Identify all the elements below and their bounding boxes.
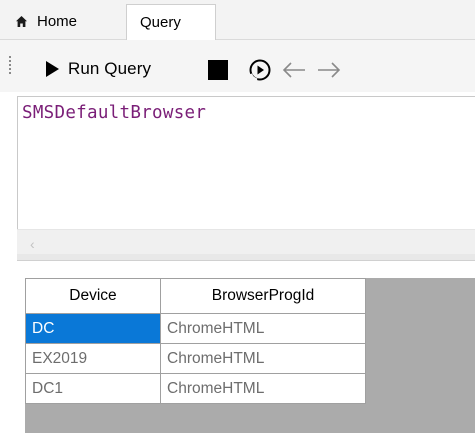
home-icon bbox=[16, 15, 27, 27]
tab-strip: Home Query bbox=[0, 0, 475, 40]
step-run-icon[interactable] bbox=[248, 58, 272, 82]
run-query-button[interactable]: Run Query bbox=[46, 57, 151, 81]
column-header-device[interactable]: Device bbox=[25, 278, 161, 314]
results-table: Device BrowserProgId DC ChromeHTML EX201… bbox=[25, 278, 366, 404]
toolbar-grip[interactable] bbox=[9, 56, 12, 78]
scroll-left-arrow-icon[interactable]: ‹ bbox=[30, 236, 35, 252]
table-row[interactable]: DC ChromeHTML bbox=[25, 313, 366, 344]
header-row: Device BrowserProgId bbox=[25, 278, 366, 314]
column-header-browserprogid[interactable]: BrowserProgId bbox=[160, 278, 366, 314]
cell-device[interactable]: DC1 bbox=[25, 373, 161, 404]
forward-arrow-icon[interactable] bbox=[317, 62, 341, 78]
run-query-label: Run Query bbox=[68, 59, 152, 78]
cell-browserprogid[interactable]: ChromeHTML bbox=[160, 373, 366, 404]
query-text[interactable]: SMSDefaultBrowser bbox=[22, 103, 206, 123]
tab-query-label: Query bbox=[140, 14, 181, 31]
tab-query[interactable]: Query bbox=[126, 4, 216, 40]
table-row[interactable]: EX2019 ChromeHTML bbox=[25, 343, 366, 374]
cell-device[interactable]: DC bbox=[25, 313, 161, 344]
back-arrow-icon[interactable] bbox=[282, 62, 306, 78]
table-row[interactable]: DC1 ChromeHTML bbox=[25, 373, 366, 404]
toolbar: Run Query bbox=[0, 40, 475, 92]
cell-browserprogid[interactable]: ChromeHTML bbox=[160, 343, 366, 374]
cell-device[interactable]: EX2019 bbox=[25, 343, 161, 374]
editor-horizontal-scrollbar[interactable]: ‹ bbox=[17, 229, 475, 255]
tab-home-label: Home bbox=[37, 12, 78, 30]
play-icon bbox=[46, 61, 59, 77]
tab-home[interactable]: Home bbox=[5, 4, 126, 38]
stop-icon[interactable] bbox=[208, 60, 228, 80]
cell-browserprogid[interactable]: ChromeHTML bbox=[160, 313, 366, 344]
